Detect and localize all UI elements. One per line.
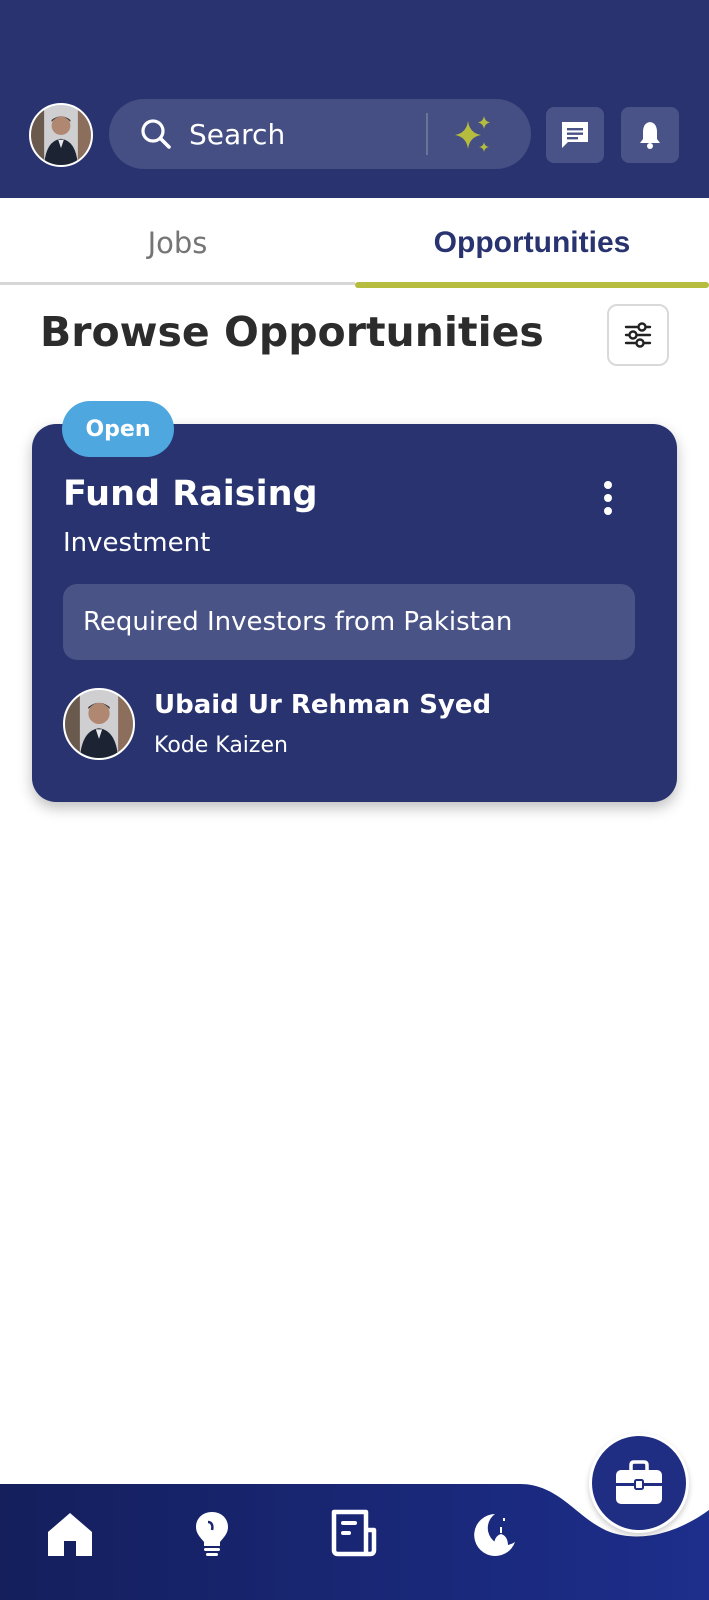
tab-opportunities[interactable]: Opportunities (355, 198, 709, 288)
nav-islamic[interactable] (467, 1506, 523, 1562)
chat-icon (562, 122, 588, 148)
profile-avatar[interactable] (29, 103, 93, 167)
opportunity-title: Fund Raising (63, 474, 318, 514)
sliders-icon (624, 322, 652, 348)
page-title: Browse Opportunities (40, 308, 544, 356)
status-badge: Open (62, 401, 174, 457)
opportunity-card[interactable]: Fund Raising Investment Required Investo… (32, 424, 677, 802)
profile-photo-icon (65, 690, 133, 758)
tab-bar: Jobs Opportunities (0, 198, 709, 288)
poster-name[interactable]: Ubaid Ur Rehman Syed (154, 690, 491, 720)
briefcase-icon (616, 1460, 662, 1504)
bell-icon (640, 122, 660, 149)
notifications-button[interactable] (621, 107, 679, 163)
sparkles-icon[interactable] (451, 113, 495, 157)
poster-company: Kode Kaizen (154, 733, 288, 758)
nav-news[interactable] (326, 1506, 382, 1562)
tab-opportunities-indicator (355, 282, 709, 288)
messages-button[interactable] (546, 107, 604, 163)
tab-jobs-underline (0, 282, 355, 285)
search-bar[interactable] (109, 99, 531, 169)
poster-avatar[interactable] (63, 688, 135, 760)
opportunity-category: Investment (63, 528, 211, 558)
tab-jobs[interactable]: Jobs (0, 198, 355, 288)
nav-home[interactable] (42, 1506, 98, 1562)
search-input[interactable] (189, 99, 409, 169)
lightbulb-icon (196, 1512, 228, 1556)
crescent-mosque-icon (474, 1514, 515, 1556)
opportunity-description: Required Investors from Pakistan (63, 584, 635, 660)
search-icon (141, 119, 171, 149)
nav-ideas[interactable] (184, 1506, 240, 1562)
jobs-fab-button[interactable] (589, 1433, 689, 1533)
search-divider (426, 113, 428, 155)
home-icon (48, 1513, 92, 1556)
app-header (0, 0, 709, 198)
more-options-button[interactable] (590, 476, 626, 520)
filter-button[interactable] (607, 304, 669, 366)
profile-photo-icon (31, 105, 91, 165)
newspaper-icon (331, 1509, 377, 1557)
more-vertical-icon (604, 481, 612, 515)
